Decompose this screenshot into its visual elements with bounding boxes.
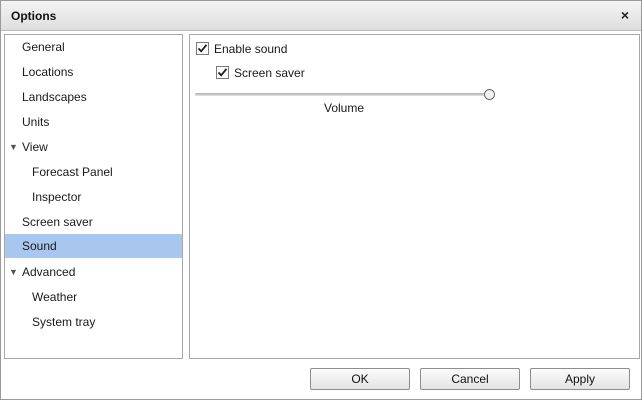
sidebar-item-label: Locations <box>22 65 74 79</box>
sidebar-item-label: Screen saver <box>22 215 93 229</box>
checkbox-box[interactable] <box>196 42 209 55</box>
close-icon[interactable]: × <box>617 7 633 23</box>
sidebar-item-label: Inspector <box>32 190 82 204</box>
sidebar-item-locations[interactable]: Locations <box>5 60 182 84</box>
sidebar-item-units[interactable]: Units <box>5 110 182 134</box>
checkmark-icon <box>197 44 208 53</box>
options-category-tree: General Locations Landscapes Units ▼ Vie… <box>4 34 183 359</box>
apply-button[interactable]: Apply <box>530 368 630 390</box>
sidebar-item-system-tray[interactable]: System tray <box>5 310 182 334</box>
screen-saver-sound-label: Screen saver <box>234 66 305 80</box>
sidebar-item-view[interactable]: ▼ View <box>5 135 182 159</box>
volume-slider-thumb[interactable] <box>484 89 495 100</box>
sidebar-item-screen-saver[interactable]: Screen saver <box>5 210 182 234</box>
sidebar-item-label: Weather <box>32 290 78 304</box>
sidebar-item-advanced[interactable]: ▼ Advanced <box>5 260 182 284</box>
sidebar-item-landscapes[interactable]: Landscapes <box>5 85 182 109</box>
expand-arrow-icon[interactable]: ▼ <box>9 135 18 159</box>
sidebar-item-label: General <box>22 40 65 54</box>
volume-slider[interactable] <box>195 88 495 102</box>
ok-button[interactable]: OK <box>310 368 410 390</box>
expand-arrow-icon[interactable]: ▼ <box>9 260 18 284</box>
sidebar-item-forecast-panel[interactable]: Forecast Panel <box>5 160 182 184</box>
dialog-title: Options <box>11 9 57 23</box>
checkbox-box[interactable] <box>216 66 229 79</box>
sidebar-item-label: Forecast Panel <box>32 165 113 179</box>
sidebar-item-label: System tray <box>32 315 96 329</box>
volume-label: Volume <box>324 101 365 115</box>
enable-sound-label: Enable sound <box>214 42 288 56</box>
volume-slider-track[interactable] <box>195 93 489 96</box>
cancel-button[interactable]: Cancel <box>420 368 520 390</box>
sidebar-item-sound[interactable]: Sound <box>5 234 182 258</box>
sidebar-item-label: Landscapes <box>22 90 87 104</box>
sidebar-item-inspector[interactable]: Inspector <box>5 185 182 209</box>
sidebar-item-general[interactable]: General <box>5 35 182 59</box>
sidebar-item-label: Units <box>22 115 50 129</box>
checkmark-icon <box>217 68 228 77</box>
options-dialog: Options × General Locations Landscapes U… <box>0 0 642 400</box>
sound-settings-panel: Enable sound Screen saver Volume <box>189 34 640 359</box>
title-bar[interactable]: Options × <box>1 1 641 31</box>
sidebar-item-label: Advanced <box>22 265 76 279</box>
sidebar-item-weather[interactable]: Weather <box>5 285 182 309</box>
sidebar-item-label: Sound <box>22 239 57 253</box>
sidebar-item-label: View <box>22 140 48 154</box>
